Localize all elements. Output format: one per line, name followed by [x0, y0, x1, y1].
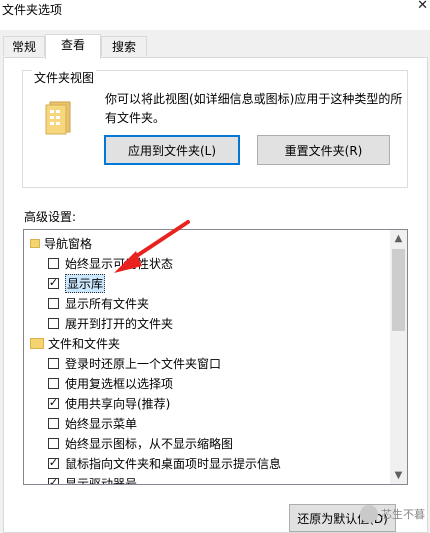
vertical-scrollbar[interactable]: ▲ ▼: [390, 230, 407, 484]
title-bar: 文件夹选项 ✕: [0, 0, 430, 30]
option-always-show-icons[interactable]: 始终显示图标，从不显示缩略图: [48, 433, 233, 453]
advanced-settings-list[interactable]: 导航窗格 始终显示可用性状态 ✓ 显示库 显示所有文件夹 展开到打开的文件夹 文…: [23, 229, 408, 485]
option-label: 登录时还原上一个文件夹窗口: [65, 356, 222, 371]
checkbox[interactable]: ✓: [48, 396, 59, 409]
tab-strip: 常规 查看 搜索: [0, 34, 430, 59]
option-show-popup-description[interactable]: ✓ 鼠标指向文件夹和桌面项时显示提示信息: [48, 453, 281, 473]
option-always-show-menus[interactable]: 始终显示菜单: [48, 413, 137, 433]
option-show-drive-letters[interactable]: ✓ 显示驱动器号: [48, 473, 138, 485]
option-restore-previous-windows[interactable]: 登录时还原上一个文件夹窗口: [48, 353, 221, 373]
folder-icon: [30, 238, 40, 248]
checkmark-icon: ✓: [48, 276, 59, 289]
tab-search[interactable]: 搜索: [101, 36, 147, 56]
watermark: 芯生不暮: [360, 505, 425, 523]
option-use-checkboxes[interactable]: 使用复选框以选择项: [48, 373, 173, 393]
apply-to-folders-button[interactable]: 应用到文件夹(L): [104, 135, 240, 165]
option-label: 鼠标指向文件夹和桌面项时显示提示信息: [65, 456, 282, 471]
tree-group-label: 文件和文件夹: [48, 336, 121, 351]
close-icon[interactable]: ✕: [417, 0, 428, 13]
tab-general[interactable]: 常规: [3, 36, 45, 56]
option-use-sharing-wizard[interactable]: ✓ 使用共享向导(推荐): [48, 393, 170, 413]
checkbox[interactable]: [48, 317, 59, 329]
checkbox[interactable]: [48, 257, 59, 269]
watermark-logo-icon: [360, 505, 378, 523]
tree-group-label: 导航窗格: [44, 236, 93, 251]
option-label: 显示库: [65, 273, 106, 293]
tree-group-files-and-folders: 文件和文件夹: [30, 333, 120, 353]
folder-views-icon: [45, 101, 71, 135]
checkmark-icon: ✓: [48, 456, 59, 469]
option-label: 始终显示菜单: [65, 416, 138, 431]
scroll-up-icon[interactable]: ▲: [390, 230, 407, 247]
checkbox[interactable]: [48, 297, 59, 309]
option-label: 使用共享向导(推荐): [65, 396, 171, 411]
checkbox[interactable]: [48, 437, 59, 449]
reset-folders-button[interactable]: 重置文件夹(R): [257, 135, 390, 165]
option-label: 显示驱动器号: [65, 476, 138, 485]
window-title: 文件夹选项: [2, 3, 63, 17]
watermark-text: 芯生不暮: [381, 508, 425, 521]
folder-views-group: [22, 70, 408, 188]
option-label: 始终显示可用性状态: [65, 256, 174, 271]
option-always-show-availability[interactable]: 始终显示可用性状态: [48, 253, 173, 273]
checkbox[interactable]: [48, 357, 59, 369]
option-show-all-folders[interactable]: 显示所有文件夹: [48, 293, 149, 313]
option-show-libraries[interactable]: ✓ 显示库: [48, 273, 106, 293]
folder-views-description: 你可以将此视图(如详细信息或图标)应用于这种类型的所有文件夹。: [105, 92, 403, 125]
checkmark-icon: ✓: [48, 396, 59, 409]
option-label: 使用复选框以选择项: [65, 376, 174, 391]
scroll-down-icon[interactable]: ▼: [390, 467, 407, 484]
scroll-thumb[interactable]: [392, 249, 405, 331]
checkbox[interactable]: ✓: [48, 476, 59, 485]
checkbox[interactable]: [48, 417, 59, 429]
tab-view[interactable]: 查看: [45, 34, 101, 59]
checkbox[interactable]: ✓: [48, 456, 59, 469]
checkbox[interactable]: ✓: [48, 276, 59, 289]
option-expand-to-open-folder[interactable]: 展开到打开的文件夹: [48, 313, 173, 333]
folder-views-label: 文件夹视图: [32, 69, 97, 86]
option-label: 始终显示图标，从不显示缩略图: [65, 436, 234, 451]
checkbox[interactable]: [48, 377, 59, 389]
tree-group-navigation-pane: 导航窗格: [30, 233, 92, 253]
folder-icon: [30, 337, 44, 349]
advanced-settings-label: 高级设置:: [24, 210, 77, 224]
option-label: 显示所有文件夹: [65, 296, 150, 311]
option-label: 展开到打开的文件夹: [65, 316, 174, 331]
checkmark-icon: ✓: [48, 476, 59, 485]
